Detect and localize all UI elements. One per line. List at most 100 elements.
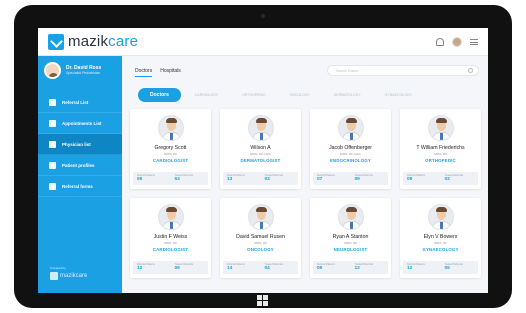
logo-text: mazikcare <box>68 33 139 50</box>
doctor-avatar <box>158 115 184 141</box>
treated-referrals-count: 09 <box>354 176 360 182</box>
windows-icon[interactable] <box>257 295 269 307</box>
doctor-stats: Referral Patients 12 Treated Referrals 05 <box>403 261 478 274</box>
filter-oncology[interactable]: ONCOLOGY <box>290 93 310 97</box>
doctor-avatar <box>158 204 184 230</box>
doctor-card[interactable]: Wilson A MBBS, MD (GEN) DERMATOLOGIST Refer… <box>220 109 301 189</box>
doctor-name: Ryan A Stanton <box>332 234 369 240</box>
sidebar-item-label: Referral forms <box>62 183 93 189</box>
doctor-stats: Referral Patients 14 Treated Referrals 04 <box>223 261 298 274</box>
filter-doctors[interactable]: Doctors <box>138 87 181 102</box>
list-icon <box>49 98 56 106</box>
patient-icon <box>49 161 56 169</box>
filter-orthopedic[interactable]: ORTHOPEDIC <box>242 93 265 97</box>
doctor-specialty: ORTHOPEDIC <box>425 158 456 163</box>
sidebar-item-label: Referral List <box>62 99 89 105</box>
doctor-card-grid: Gregory Scott MBBS, MD CARDIOLOGIST Referra… <box>130 109 481 278</box>
doctor-name: David Samuel Rusen <box>236 234 285 240</box>
referral-patients-count: 14 <box>227 265 233 271</box>
doctor-avatar <box>338 204 364 230</box>
sidebar-item-label: Appointments List <box>62 120 102 126</box>
doctor-name: Elyn V Bowers <box>423 234 458 240</box>
doctor-avatar <box>428 204 454 230</box>
app-logo[interactable]: mazikcare <box>48 33 138 50</box>
tab-hospitals[interactable]: Hospitals <box>160 68 181 77</box>
doctor-card[interactable]: Justin F Weiss MBBS, MD CARDIOLOGIST Referr… <box>130 198 211 278</box>
doctor-degree: MBBS, MD <box>164 153 177 156</box>
sidebar-item-physician-list[interactable]: Physician list <box>38 134 122 155</box>
physician-icon <box>49 140 56 148</box>
logo-mark-icon <box>48 33 64 50</box>
treated-referrals-count: 02 <box>444 176 450 182</box>
top-bar: mazikcare <box>38 28 488 56</box>
tab-doctors[interactable]: Doctors <box>135 68 153 77</box>
doctor-degree: MBBS, MD <box>434 153 447 156</box>
doctor-degree: MBBS, MD (GEN) <box>340 153 361 156</box>
referral-patients-count: 09 <box>317 265 323 271</box>
sidebar-item-label: Physician list <box>62 141 91 147</box>
specialty-filter-bar: Doctors CARDIOLOGY ORTHOPEDIC ONCOLOGY D… <box>138 87 480 102</box>
footer-logo: mazikcare <box>50 272 87 280</box>
doctor-degree: MBBS, MD (GEN) <box>250 153 271 156</box>
search-placeholder: Search Doctor <box>336 68 359 73</box>
top-icons <box>436 37 478 47</box>
calendar-icon <box>49 119 56 127</box>
doctor-avatar <box>338 115 364 141</box>
user-avatar[interactable] <box>452 37 462 47</box>
sidebar-footer: Powered by mazikcare <box>50 266 87 280</box>
doctor-stats: Referral Patients 07 Treated Referrals 09 <box>313 172 388 185</box>
doctor-card[interactable]: T William Friederichs MBBS, MD ORTHOPEDIC R… <box>400 109 481 189</box>
doctor-avatar <box>248 204 274 230</box>
doctor-name: Gregory Scott <box>154 145 187 151</box>
doctor-card[interactable]: Ryan A Stanton MBBS, MD NEUROLOGIST Referra… <box>310 198 391 278</box>
doctor-stats: Referral Patients 12 Treated Referrals 09 <box>133 261 208 274</box>
doctor-card[interactable]: David Samuel Rusen MBBS, MD ONCOLOGY Referr… <box>220 198 301 278</box>
search-icon[interactable] <box>468 68 473 73</box>
doctor-card[interactable]: Jacob Offenberger MBBS, MD (GEN) ENDOCRINO… <box>310 109 391 189</box>
referral-patients-count: 12 <box>407 265 413 271</box>
treated-referrals-count: 09 <box>174 265 180 271</box>
doctor-stats: Referral Patients 59 Treated Referrals 53 <box>133 172 208 185</box>
filter-dermatology[interactable]: DERMATOLOGY <box>334 93 361 97</box>
sidebar-item-label: Patient profiles <box>62 162 95 168</box>
referral-patients-count: 12 <box>137 265 143 271</box>
tablet-device: mazikcare Dr. David Ross Specialist Pedi… <box>14 5 512 308</box>
doctor-card[interactable]: Elyn V Bowers MBBS, MD GYNAECOLOGY Referral… <box>400 198 481 278</box>
doctor-specialty: ENDOCRINOLOGY <box>329 158 372 163</box>
footer-brand: mazikcare <box>60 273 88 279</box>
doctor-stats: Referral Patients 13 Treated Referrals 03 <box>223 172 298 185</box>
doctor-specialty: GYNAECOLOGY <box>422 247 459 252</box>
referral-patients-count: 09 <box>407 176 413 182</box>
doctor-degree: MBBS, MD <box>344 242 357 245</box>
doctor-degree: MBBS, MD <box>164 242 177 245</box>
treated-referrals-count: 12 <box>354 265 360 271</box>
camera-dot <box>261 14 265 18</box>
referral-patients-count: 13 <box>227 176 233 182</box>
doctor-specialty: NEUROLOGIST <box>333 247 368 252</box>
treated-referrals-count: 53 <box>174 176 180 182</box>
doctor-specialty: CARDIOLOGIST <box>152 158 189 163</box>
form-icon <box>49 182 56 190</box>
search-input[interactable]: Search Doctor <box>327 65 479 76</box>
doctor-specialty: DERMATOLOGIST <box>240 158 281 163</box>
sidebar-item-referral-forms[interactable]: Referral forms <box>38 176 122 197</box>
app-screen: mazikcare Dr. David Ross Specialist Pedi… <box>38 28 488 293</box>
doctor-name: T William Friederichs <box>416 145 465 151</box>
doctor-degree: MBBS, MD <box>254 242 267 245</box>
doctor-name: Wilson A <box>250 145 271 151</box>
doctor-stats: Referral Patients 09 Treated Referrals 12 <box>313 261 388 274</box>
bell-icon[interactable] <box>436 38 444 46</box>
doctor-specialty: ONCOLOGY <box>247 247 274 252</box>
sidebar-item-appointments-list[interactable]: Appointments List <box>38 113 122 134</box>
referral-patients-count: 07 <box>317 176 323 182</box>
footer-logo-icon <box>50 272 58 280</box>
menu-icon[interactable] <box>470 39 478 45</box>
doctor-specialty: CARDIOLOGIST <box>152 247 189 252</box>
sidebar-item-referral-list[interactable]: Referral List <box>38 92 122 113</box>
filter-cardiology[interactable]: CARDIOLOGY <box>195 93 218 97</box>
sidebar-nav: Referral List Appointments List Physicia… <box>38 92 122 197</box>
user-profile[interactable]: Dr. David Ross Specialist Pediatrician <box>44 62 101 79</box>
sidebar-item-patient-profiles[interactable]: Patient profiles <box>38 155 122 176</box>
filter-gynaecology[interactable]: GYNAECOLOGY <box>385 93 412 97</box>
doctor-card[interactable]: Gregory Scott MBBS, MD CARDIOLOGIST Referra… <box>130 109 211 189</box>
